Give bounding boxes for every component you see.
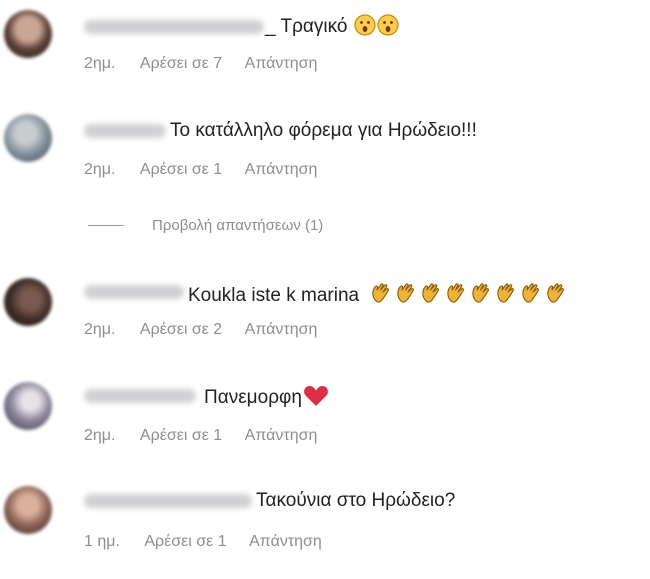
- likes-count-link[interactable]: Αρέσει σε 2: [140, 321, 222, 339]
- view-replies-label: Προβολή απαντήσεων (1): [152, 217, 324, 234]
- clapping-hands-icon: [547, 283, 565, 303]
- comment-time: 2ημ.: [84, 321, 116, 338]
- comment-meta: 2ημ. Αρέσει σε 1 Απάντηση: [84, 427, 335, 445]
- comment-body: Koukla iste k marina: [188, 285, 360, 306]
- emoji-row: [364, 283, 569, 306]
- username-blurred[interactable]: [84, 389, 196, 403]
- clapping-hands-icon: [472, 283, 490, 303]
- avatar[interactable]: [4, 278, 52, 326]
- reply-button[interactable]: Απάντηση: [245, 55, 318, 73]
- reply-button[interactable]: Απάντηση: [245, 321, 318, 339]
- comment-text: _ Τραγικό: [265, 14, 399, 38]
- comment-text: Το κατάλληλο φόρεμα για Ηρώδειο!!!: [170, 120, 477, 142]
- comment-body: Τακούνια στο Ηρώδειο?: [256, 490, 456, 511]
- avatar[interactable]: [4, 10, 52, 58]
- username-blurred[interactable]: [84, 285, 184, 299]
- avatar[interactable]: [4, 382, 52, 430]
- replies-divider-line: [88, 225, 124, 226]
- clapping-hands-icon: [397, 283, 415, 303]
- comment-time: 1 ημ.: [84, 533, 120, 550]
- comment-text: Πανεμορφη: [204, 385, 329, 409]
- likes-count-link[interactable]: Αρέσει σε 7: [140, 55, 222, 73]
- reply-button[interactable]: Απάντηση: [245, 427, 318, 445]
- comment-text: Koukla iste k marina: [188, 281, 569, 307]
- comment-meta: 2ημ. Αρέσει σε 1 Απάντηση: [84, 161, 335, 179]
- comment-meta: 2ημ. Αρέσει σε 2 Απάντηση: [84, 321, 335, 339]
- comment-body: _ Τραγικό: [265, 16, 348, 37]
- likes-count-link[interactable]: Αρέσει σε 1: [144, 533, 226, 551]
- clapping-hands-icon: [522, 283, 540, 303]
- red-heart-icon: [303, 386, 328, 406]
- avatar[interactable]: [4, 114, 52, 162]
- likes-count-link[interactable]: Αρέσει σε 1: [140, 161, 222, 179]
- reply-button[interactable]: Απάντηση: [245, 161, 318, 179]
- comment-time: 2ημ.: [84, 55, 116, 72]
- comment-meta: 2ημ. Αρέσει σε 7 Απάντηση: [84, 55, 335, 73]
- surprised-face-icon: [377, 14, 399, 36]
- comment-text: Τακούνια στο Ηρώδειο?: [256, 490, 455, 512]
- comment-body: Πανεμορφη: [204, 387, 302, 408]
- likes-count-link[interactable]: Αρέσει σε 1: [140, 427, 222, 445]
- view-replies-button[interactable]: Προβολή απαντήσεων (1): [88, 217, 323, 234]
- clapping-hands-icon: [372, 283, 390, 303]
- clapping-hands-icon: [497, 283, 515, 303]
- username-blurred[interactable]: [84, 20, 264, 34]
- surprised-face-icon: [354, 14, 376, 36]
- comment-time: 2ημ.: [84, 161, 116, 178]
- reply-button[interactable]: Απάντηση: [249, 533, 322, 551]
- username-blurred[interactable]: [84, 124, 166, 138]
- username-blurred[interactable]: [84, 494, 252, 508]
- comment-meta: 1 ημ. Αρέσει σε 1 Απάντηση: [84, 533, 340, 551]
- comment-time: 2ημ.: [84, 427, 116, 444]
- comment-body: Το κατάλληλο φόρεμα για Ηρώδειο!!!: [170, 120, 477, 141]
- clapping-hands-icon: [447, 283, 465, 303]
- clapping-hands-icon: [422, 283, 440, 303]
- avatar[interactable]: [4, 486, 52, 534]
